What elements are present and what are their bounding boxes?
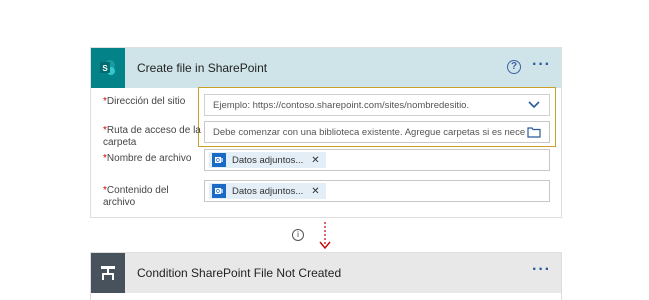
site-address-placeholder: Ejemplo: https://contoso.sharepoint.com/… <box>213 99 470 111</box>
folder-icon[interactable] <box>527 126 541 141</box>
help-icon[interactable]: ? <box>507 60 521 74</box>
card-title: Condition SharePoint File Not Created <box>137 266 342 280</box>
field-label: Dirección del sitio <box>106 96 186 107</box>
dynamic-content-token[interactable]: O Datos adjuntos... ✕ <box>209 152 326 168</box>
dynamic-content-token[interactable]: O Datos adjuntos... ✕ <box>209 183 326 199</box>
svg-text:O: O <box>216 189 220 195</box>
card-title: Create file in SharePoint <box>137 61 268 75</box>
outlook-icon: O <box>212 184 226 198</box>
arrow-down-icon <box>318 222 332 255</box>
info-icon[interactable]: i <box>292 229 304 241</box>
create-file-header[interactable]: S Create file in SharePoint ? ··· <box>91 48 561 88</box>
more-icon[interactable]: ··· <box>532 262 551 278</box>
field-label: Contenido del archivo <box>103 185 169 208</box>
chevron-down-icon[interactable] <box>527 98 541 115</box>
field-label: Nombre de archivo <box>106 153 192 164</box>
create-file-card: S Create file in SharePoint ? ··· *Direc… <box>90 47 562 218</box>
condition-header[interactable]: Condition SharePoint File Not Created ··… <box>91 253 561 293</box>
token-label: Datos adjuntos... <box>232 154 304 166</box>
condition-card: Condition SharePoint File Not Created ··… <box>90 252 562 300</box>
folder-path-placeholder: Debe comenzar con una biblioteca existen… <box>213 126 526 138</box>
svg-text:O: O <box>216 158 220 164</box>
sharepoint-icon: S <box>91 48 125 88</box>
remove-icon[interactable]: ✕ <box>311 186 319 197</box>
field-label: Ruta de acceso de la carpeta <box>103 125 201 148</box>
site-address-dropdown[interactable]: Ejemplo: https://contoso.sharepoint.com/… <box>204 94 550 116</box>
condition-icon <box>91 253 125 293</box>
outlook-icon: O <box>212 153 226 167</box>
more-icon[interactable]: ··· <box>532 57 551 73</box>
folder-path-input[interactable]: Debe comenzar con una biblioteca existen… <box>204 121 550 143</box>
svg-text:S: S <box>102 64 108 73</box>
file-content-input[interactable]: O Datos adjuntos... ✕ <box>204 180 550 202</box>
token-label: Datos adjuntos... <box>232 185 304 197</box>
remove-icon[interactable]: ✕ <box>311 155 319 166</box>
file-name-input[interactable]: O Datos adjuntos... ✕ <box>204 149 550 171</box>
